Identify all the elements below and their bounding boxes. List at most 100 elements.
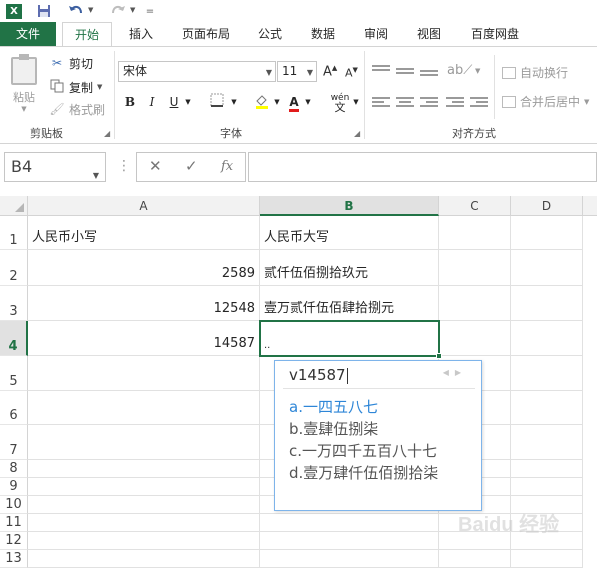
insert-function-icon[interactable]: fx <box>221 159 233 174</box>
cell-d2[interactable] <box>511 250 583 286</box>
column-header-b[interactable]: B <box>260 196 439 216</box>
cell-d8[interactable] <box>511 460 583 478</box>
underline-button[interactable]: U <box>167 93 181 111</box>
ime-candidate-c[interactable]: c.一万四千五百八十七 <box>289 440 437 461</box>
tab-file[interactable]: 文件 <box>0 22 56 46</box>
select-all-button[interactable] <box>0 196 28 216</box>
cell-a7[interactable] <box>28 425 260 460</box>
cell-b11[interactable] <box>260 514 439 532</box>
cell-b3[interactable]: 壹万贰仟伍佰肆拾捌元 <box>260 286 439 321</box>
cell-a3[interactable]: 12548 <box>28 286 260 321</box>
undo-icon[interactable] <box>66 2 86 20</box>
cut-button[interactable]: ✂ 剪切 <box>48 53 93 73</box>
font-color-dropdown-icon[interactable]: ▼ <box>304 93 312 111</box>
cell-d6[interactable] <box>511 391 583 425</box>
cell-a13[interactable] <box>28 550 260 568</box>
cell-c2[interactable] <box>439 250 511 286</box>
fill-handle[interactable] <box>436 353 442 359</box>
font-size-select[interactable]: 11 ▼ <box>277 61 317 82</box>
cell-a4[interactable]: 14587 <box>28 321 260 356</box>
row-header-10[interactable]: 10 <box>0 496 28 514</box>
row-header-4[interactable]: 4 <box>0 321 28 356</box>
ime-candidate-b[interactable]: b.壹肆伍捌柒 <box>289 418 378 439</box>
cell-a5[interactable] <box>28 356 260 391</box>
orientation-icon[interactable]: ab⟋ <box>447 63 472 78</box>
formula-input[interactable] <box>248 152 597 182</box>
merge-center-button[interactable]: 合并后居中 ▼ <box>502 93 589 110</box>
ime-next-icon[interactable]: ▶ <box>455 368 467 377</box>
tab-home[interactable]: 开始 <box>62 22 112 47</box>
tab-review[interactable]: 审阅 <box>354 22 398 46</box>
cell-a10[interactable] <box>28 496 260 514</box>
italic-button[interactable]: I <box>145 93 159 111</box>
copy-dropdown-icon[interactable]: ▼ <box>97 83 102 91</box>
save-icon[interactable] <box>34 2 54 20</box>
orientation-dropdown-icon[interactable]: ▼ <box>475 67 480 75</box>
tab-data[interactable]: 数据 <box>300 22 346 46</box>
row-header-13[interactable]: 13 <box>0 550 28 568</box>
row-header-3[interactable]: 3 <box>0 286 28 321</box>
increase-font-size-button[interactable]: A▲ <box>323 64 337 79</box>
redo-icon[interactable] <box>108 2 128 20</box>
redo-dropdown-icon[interactable]: ▼ <box>130 6 135 14</box>
row-header-9[interactable]: 9 <box>0 478 28 496</box>
increase-indent-icon[interactable] <box>470 97 488 111</box>
cell-d9[interactable] <box>511 478 583 496</box>
cell-a6[interactable] <box>28 391 260 425</box>
cell-b1[interactable]: 人民币大写 <box>260 216 439 250</box>
fill-color-dropdown-icon[interactable]: ▼ <box>273 93 281 111</box>
cell-a2[interactable]: 2589 <box>28 250 260 286</box>
column-header-d[interactable]: D <box>511 196 583 216</box>
cancel-icon[interactable]: ✕ <box>149 157 162 175</box>
ime-candidate-d[interactable]: d.壹万肆仟伍佰捌拾柒 <box>289 462 438 483</box>
merge-dropdown-icon[interactable]: ▼ <box>584 98 589 106</box>
format-painter-button[interactable]: 🖌 格式刷 <box>48 99 105 119</box>
cell-c3[interactable] <box>439 286 511 321</box>
cell-d5[interactable] <box>511 356 583 391</box>
phonetic-guide-button[interactable]: wén 文 <box>328 93 352 113</box>
row-header-8[interactable]: 8 <box>0 460 28 478</box>
tab-view[interactable]: 视图 <box>406 22 452 46</box>
cell-b2[interactable]: 贰仟伍佰捌拾玖元 <box>260 250 439 286</box>
font-name-select[interactable]: 宋体 ▼ <box>118 61 276 82</box>
name-box[interactable]: B4 ▼ <box>4 152 106 182</box>
row-header-5[interactable]: 5 <box>0 356 28 391</box>
tab-page-layout[interactable]: 页面布局 <box>172 22 240 46</box>
cell-d4[interactable] <box>511 321 583 356</box>
cell-a8[interactable] <box>28 460 260 478</box>
middle-align-icon[interactable] <box>396 68 414 82</box>
row-header-11[interactable]: 11 <box>0 514 28 532</box>
row-header-12[interactable]: 12 <box>0 532 28 550</box>
phonetic-dropdown-icon[interactable]: ▼ <box>352 93 360 111</box>
fill-color-button[interactable] <box>252 93 272 111</box>
borders-button[interactable] <box>206 93 228 111</box>
clipboard-launcher-icon[interactable]: ◢ <box>104 129 110 138</box>
ime-page-arrows[interactable]: ◀▶ <box>443 368 467 377</box>
underline-dropdown-icon[interactable]: ▼ <box>183 93 193 111</box>
row-header-2[interactable]: 2 <box>0 250 28 286</box>
paste-button[interactable]: 粘贴 ▼ <box>6 54 42 125</box>
copy-button[interactable]: 复制 ▼ <box>48 77 102 97</box>
cell-d1[interactable] <box>511 216 583 250</box>
cell-d7[interactable] <box>511 425 583 460</box>
formula-bar-splitter[interactable]: ⋮ <box>117 158 131 174</box>
font-launcher-icon[interactable]: ◢ <box>354 129 360 138</box>
row-header-6[interactable]: 6 <box>0 391 28 425</box>
column-header-c[interactable]: C <box>439 196 511 216</box>
decrease-indent-icon[interactable] <box>446 97 464 111</box>
column-header-a[interactable]: A <box>28 196 260 216</box>
tab-formulas[interactable]: 公式 <box>248 22 292 46</box>
tab-insert[interactable]: 插入 <box>118 22 164 46</box>
wrap-text-button[interactable]: 自动换行 <box>502 64 568 81</box>
cell-a11[interactable] <box>28 514 260 532</box>
align-right-icon[interactable] <box>420 97 438 111</box>
customize-qat-icon[interactable]: = <box>145 2 155 20</box>
tab-baidu-netdisk[interactable]: 百度网盘 <box>460 22 530 46</box>
top-align-icon[interactable] <box>372 65 390 79</box>
ime-prev-icon[interactable]: ◀ <box>443 368 455 377</box>
column-header-e[interactable] <box>583 196 597 216</box>
align-center-icon[interactable] <box>396 97 414 111</box>
borders-dropdown-icon[interactable]: ▼ <box>230 93 238 111</box>
cell-d13[interactable] <box>511 550 583 568</box>
decrease-font-size-button[interactable]: A▼ <box>345 66 358 80</box>
